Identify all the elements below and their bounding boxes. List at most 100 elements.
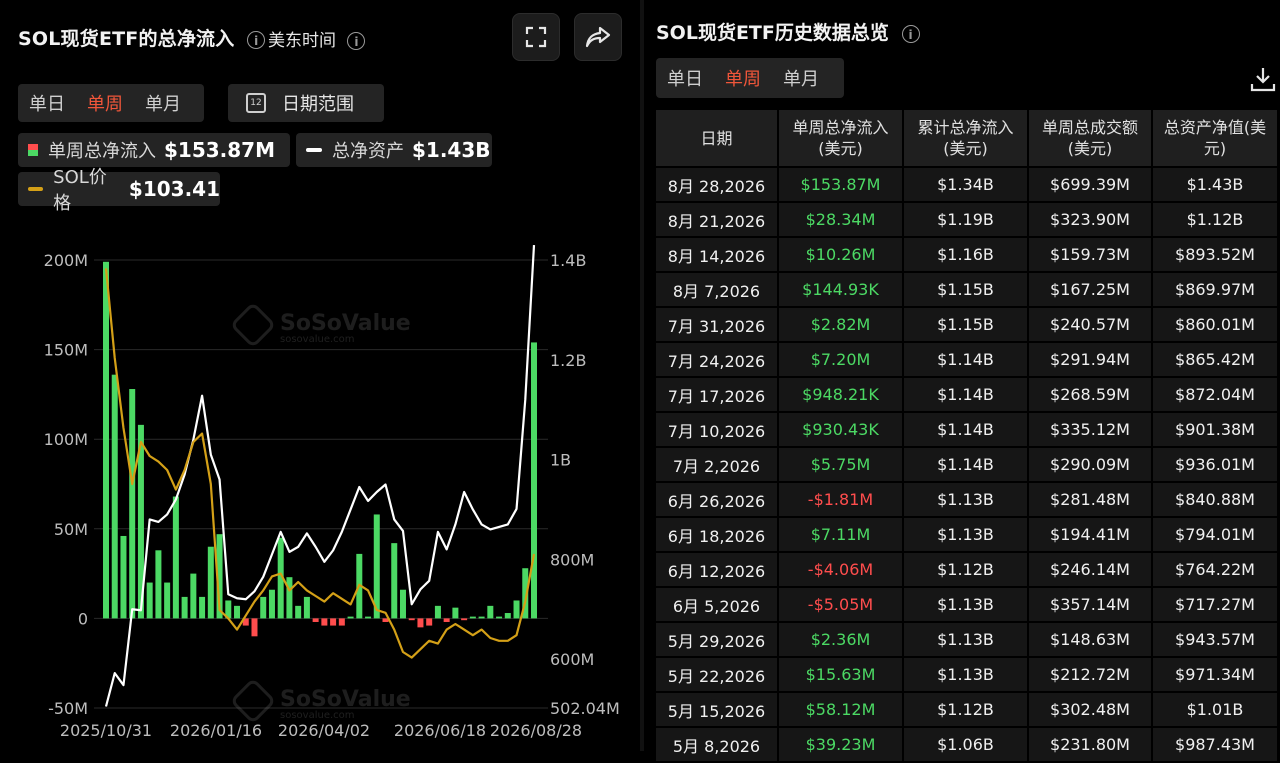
table-cell: -$5.05M	[778, 587, 904, 623]
tab-week[interactable]: 单周	[714, 65, 772, 91]
table-row[interactable]: 8月 21,2026 $28.34M $1.19B $323.90M $1.12B	[656, 202, 1279, 238]
table-cell: $764.22M	[1152, 552, 1279, 588]
table-cell: $1.12B	[1152, 202, 1279, 238]
table-cell: $1.14B	[903, 412, 1029, 448]
table-cell: -$1.81M	[778, 482, 904, 518]
x-tick-label: 2026/08/28	[490, 721, 582, 740]
table-row[interactable]: 7月 17,2026 $948.21K $1.14B $268.59M $872.04M	[656, 377, 1279, 413]
inflow-bar	[199, 596, 206, 619]
inflow-bar	[234, 605, 241, 619]
table-row[interactable]: 7月 24,2026 $7.20M $1.14B $291.94M $865.42M	[656, 342, 1279, 378]
fullscreen-icon	[525, 26, 547, 48]
y-right-tick-label: 502.04M	[550, 699, 620, 718]
date-range-button[interactable]: 12 日期范围	[228, 84, 384, 122]
download-icon[interactable]	[1250, 66, 1276, 92]
table-cell: $1.13B	[903, 517, 1029, 553]
inflow-bar	[146, 582, 153, 619]
table-cell: 8月 28,2026	[656, 167, 779, 203]
table-cell: 7月 2,2026	[656, 447, 779, 483]
table-cell: 8月 7,2026	[656, 272, 779, 308]
table-row[interactable]: 7月 2,2026 $5.75M $1.14B $290.09M $936.01M	[656, 447, 1279, 483]
table-row[interactable]: 6月 26,2026 -$1.81M $1.13B $281.48M $840.88M	[656, 482, 1279, 518]
table-row[interactable]: 6月 12,2026 -$4.06M $1.12B $246.14M $764.22M	[656, 552, 1279, 588]
share-button[interactable]	[574, 13, 622, 61]
inflow-bar	[207, 546, 214, 619]
table-row[interactable]: 8月 28,2026 $153.87M $1.34B $699.39M $1.43B	[656, 167, 1279, 203]
history-period-tabs: 单日 单周 单月	[656, 58, 844, 98]
table-row[interactable]: 5月 15,2026 $58.12M $1.12B $302.48M $1.01B	[656, 692, 1279, 728]
tab-month[interactable]: 单月	[772, 65, 830, 91]
table-cell: $7.11M	[778, 517, 904, 553]
inflow-bar	[399, 589, 406, 619]
table-cell: $860.01M	[1152, 307, 1279, 343]
line-swatch-icon	[306, 148, 322, 152]
table-cell: $39.23M	[778, 727, 904, 763]
watermark: SoSoValue sosovalue.com	[232, 680, 411, 722]
inflow-bar	[120, 535, 127, 619]
table-cell: $901.38M	[1152, 412, 1279, 448]
tab-day[interactable]: 单日	[656, 65, 714, 91]
table-row[interactable]: 7月 31,2026 $2.82M $1.15B $240.57M $860.01M	[656, 307, 1279, 343]
line-swatch-icon	[28, 187, 44, 191]
table-cell: $1.14B	[903, 377, 1029, 413]
inflow-bar	[513, 600, 520, 619]
table-cell: $144.93K	[778, 272, 904, 308]
table-cell: $159.73M	[1028, 237, 1153, 273]
x-tick-label: 2026/01/16	[170, 721, 262, 740]
table-row[interactable]: 6月 18,2026 $7.11M $1.13B $194.41M $794.01M	[656, 517, 1279, 553]
info-icon[interactable]: i	[347, 32, 366, 50]
x-tick-label: 2026/04/02	[278, 721, 370, 740]
table-cell: $1.14B	[903, 447, 1029, 483]
table-row[interactable]: 8月 14,2026 $10.26M $1.16B $159.73M $893.52M	[656, 237, 1279, 273]
inflow-bar	[504, 613, 511, 619]
table-cell: $869.97M	[1152, 272, 1279, 308]
table-row[interactable]: 5月 8,2026 $39.23M $1.06B $231.80M $987.43M	[656, 727, 1279, 763]
info-icon[interactable]: i	[247, 30, 266, 49]
table-cell: $1.15B	[903, 272, 1029, 308]
info-icon[interactable]: i	[901, 24, 920, 43]
fullscreen-button[interactable]	[512, 13, 560, 61]
y-left-tick-label: 50M	[54, 520, 88, 539]
inflow-bar	[426, 618, 433, 626]
table-row[interactable]: 7月 10,2026 $930.43K $1.14B $335.12M $901.38M	[656, 412, 1279, 448]
table-header-row: 日期 单周总净流入 (美元) 累计总净流入 (美元) 单周总成交额 (美元) 总资产净值…	[656, 110, 1279, 168]
table-cell: 8月 14,2026	[656, 237, 779, 273]
tab-month[interactable]: 单月	[134, 90, 192, 116]
table-cell: $1.13B	[903, 622, 1029, 658]
x-tick-label: 2025/10/31	[60, 721, 152, 740]
inflow-bar	[129, 389, 136, 619]
table-cell: $10.26M	[778, 237, 904, 273]
table-cell: $148.63M	[1028, 622, 1153, 658]
table-cell: $7.20M	[778, 342, 904, 378]
timezone-label[interactable]: 美东时间 i	[268, 26, 366, 51]
table-row[interactable]: 8月 7,2026 $144.93K $1.15B $167.25M $869.97M	[656, 272, 1279, 308]
inflow-bar	[408, 618, 415, 621]
column-header: 单周总成交额 (美元)	[1028, 110, 1153, 168]
y-right-tick-label: 800M	[550, 550, 594, 569]
table-row[interactable]: 6月 5,2026 -$5.05M $1.13B $357.14M $717.27M	[656, 587, 1279, 623]
table-cell: $335.12M	[1028, 412, 1153, 448]
table-cell: 7月 31,2026	[656, 307, 779, 343]
table-cell: $1.13B	[903, 482, 1029, 518]
table-cell: $5.75M	[778, 447, 904, 483]
column-header: 日期	[656, 110, 779, 168]
table-row[interactable]: 5月 29,2026 $2.36M $1.13B $148.63M $943.57M	[656, 622, 1279, 658]
legend-assets[interactable]: 总净资产 $1.43B	[296, 133, 492, 167]
legend-inflow[interactable]: 单周总净流入 $153.87M	[18, 133, 290, 167]
table-cell: $15.63M	[778, 657, 904, 693]
tab-day[interactable]: 单日	[18, 90, 76, 116]
column-header: 累计总净流入 (美元)	[903, 110, 1029, 168]
table-cell: 5月 22,2026	[656, 657, 779, 693]
table-cell: 7月 10,2026	[656, 412, 779, 448]
legend-price[interactable]: SOL价格 $103.41	[18, 167, 220, 214]
inflow-bar	[330, 618, 337, 626]
svg-text:sosovalue.com: sosovalue.com	[280, 334, 355, 345]
table-row[interactable]: 5月 22,2026 $15.63M $1.13B $212.72M $971.34M	[656, 657, 1279, 693]
inflow-bar	[434, 605, 441, 619]
svg-text:SoSoValue: SoSoValue	[280, 687, 411, 712]
inflow-bar	[461, 618, 468, 621]
column-header: 总资产净值(美 元)	[1152, 110, 1279, 168]
tab-week[interactable]: 单周	[76, 90, 134, 116]
table-cell: $893.52M	[1152, 237, 1279, 273]
y-left-tick-label: 200M	[44, 251, 88, 270]
